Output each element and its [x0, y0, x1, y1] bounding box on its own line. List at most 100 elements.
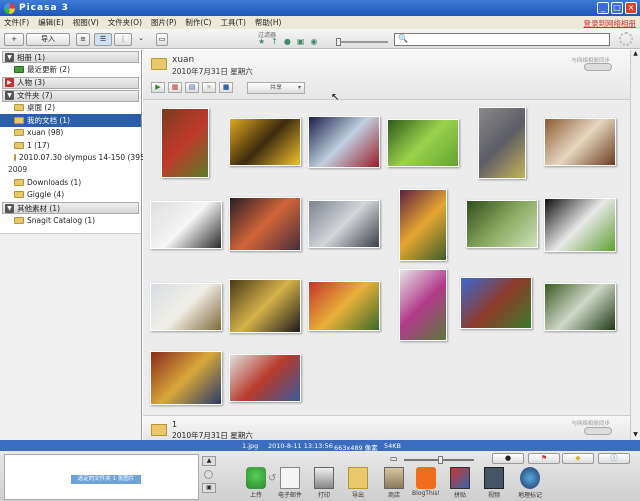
thumb-colored-tiles[interactable]	[308, 116, 380, 168]
play-slideshow-icon[interactable]: ▶	[151, 82, 165, 93]
blogger-icon	[416, 467, 436, 489]
upload-button[interactable]: 上传	[240, 467, 272, 499]
tag-icon[interactable]: ◆	[562, 453, 594, 464]
filter-slider[interactable]	[336, 38, 388, 46]
thumb-tools-flatlay[interactable]	[229, 354, 301, 402]
section-other[interactable]: ▼ 其他素材 (1)	[2, 202, 139, 214]
blogthis-button[interactable]: BlogThis!	[410, 467, 442, 497]
sidebar-item-desktop[interactable]: 桌面 (2)	[0, 102, 141, 115]
close-button[interactable]: ×	[625, 2, 637, 14]
geotag-pin-icon[interactable]: ⚑	[528, 453, 560, 464]
tree-view-icon[interactable]: ≡	[76, 33, 90, 46]
add-icon[interactable]: +	[4, 33, 24, 46]
section-folders[interactable]: ▼ 文件夹 (7)	[2, 89, 139, 102]
print-button[interactable]: 打印	[308, 467, 340, 499]
minimize-button[interactable]: _	[597, 2, 609, 14]
zoom-slider[interactable]	[404, 456, 474, 464]
thumb-brick-house[interactable]	[460, 277, 532, 329]
expand-icon[interactable]: ▼	[5, 91, 14, 100]
search-input[interactable]	[409, 35, 607, 45]
tray-label-icon[interactable]: ▣	[202, 483, 216, 493]
people-filter-icon[interactable]: ●	[284, 37, 291, 46]
zoom-slider-knob[interactable]	[438, 456, 443, 464]
thumb-leaf-on-book[interactable]	[544, 198, 616, 252]
sidebar-item-recent[interactable]: 最近更新 (2)	[0, 63, 141, 76]
collage-icon[interactable]: ▦	[168, 82, 182, 93]
section-people[interactable]: ▶ 人物 (3)	[2, 76, 139, 89]
menu-help[interactable]: 帮助(H)	[255, 17, 282, 28]
sign-in-link[interactable]: 登录到网络相册	[584, 18, 637, 29]
thumb-sunset-sky[interactable]	[229, 197, 301, 251]
people-icon[interactable]: ●	[492, 453, 524, 464]
zoom-out-icon[interactable]: ▭	[390, 454, 398, 463]
save-icon[interactable]: ■	[219, 82, 233, 93]
tray-holding-area[interactable]: 选定的文件夹 1 张图片	[4, 454, 199, 500]
menu-file[interactable]: 文件(F)	[4, 17, 29, 28]
upload-filter-icon[interactable]: ↑	[271, 37, 278, 46]
thumb-bottle[interactable]	[150, 283, 222, 331]
scroll-up-icon[interactable]: ▲	[631, 50, 640, 59]
folder-icon	[14, 216, 24, 224]
maximize-button[interactable]: □	[611, 2, 623, 14]
scrollbar[interactable]: ▲ ▼	[630, 50, 640, 440]
flat-view-icon[interactable]: ☰	[94, 33, 112, 46]
expand-icon[interactable]: ▼	[5, 52, 14, 62]
movie-icon[interactable]: ▤	[185, 82, 199, 93]
sidebar-item-giggle[interactable]: Giggle (4)	[0, 189, 141, 202]
thumb-fruit-crates[interactable]	[308, 281, 380, 331]
filter-slider-knob[interactable]	[336, 38, 341, 46]
sidebar-item-olympus[interactable]: 2010.07.30 olympus 14-150 (395)	[0, 152, 148, 165]
thumb-kitchen-interior[interactable]	[544, 118, 616, 166]
shop-button[interactable]: 商店	[378, 467, 410, 499]
menu-folder[interactable]: 文件夹(O)	[108, 17, 142, 28]
sidebar-item-my-documents[interactable]: 我的文档 (1)	[0, 114, 141, 127]
collapse-icon[interactable]: ▶	[5, 78, 14, 87]
menu-view[interactable]: 视图(V)	[73, 17, 99, 28]
thumb-fruit-market[interactable]	[161, 108, 209, 178]
thumb-sunflowers[interactable]	[229, 118, 301, 166]
sidebar-item-1[interactable]: 1 (17)	[0, 139, 141, 152]
section-albums[interactable]: ▼ 相册 (1)	[2, 51, 139, 63]
sidebar-item-downloads[interactable]: Downloads (1)	[0, 176, 141, 189]
thumb-offices-sign[interactable]	[150, 201, 222, 249]
expand-icon[interactable]: ▼	[5, 203, 14, 213]
star-icon[interactable]: ★	[202, 82, 216, 93]
folder-title[interactable]: xuan	[172, 55, 194, 65]
geo-filter-icon[interactable]: ◉	[310, 37, 317, 46]
email-button[interactable]: 电子邮件	[274, 467, 306, 499]
menu-tools[interactable]: 工具(T)	[220, 17, 245, 28]
sidebar-item-xuan[interactable]: xuan (98)	[0, 127, 141, 140]
thumb-bookshelf[interactable]	[150, 351, 222, 405]
sidebar-item-snagit[interactable]: Snagit Catalog (1)	[0, 214, 141, 227]
sync-toggle[interactable]	[584, 427, 612, 435]
sync-toggle[interactable]	[584, 63, 612, 71]
menu-edit[interactable]: 编辑(E)	[38, 17, 64, 28]
thumb-shop-front[interactable]	[229, 279, 301, 333]
export-button[interactable]: 导出	[342, 467, 374, 499]
list-view-icon[interactable]: ⋮	[114, 33, 132, 46]
info-icon[interactable]: ⓘ	[598, 453, 630, 464]
scroll-down-icon[interactable]: ▼	[631, 431, 640, 440]
share-button[interactable]: 共享 ▾	[247, 82, 305, 94]
clear-icon[interactable]	[204, 470, 213, 479]
movie-filter-icon[interactable]: ▣	[297, 37, 305, 46]
collapse-icon[interactable]: ⌄	[136, 33, 146, 46]
thumb-buildings[interactable]	[308, 200, 380, 248]
menu-picture[interactable]: 图片(P)	[151, 17, 176, 28]
thumb-mushroom[interactable]	[544, 283, 616, 331]
hold-icon[interactable]: ▲	[202, 456, 216, 466]
menu-create[interactable]: 制作(C)	[185, 17, 211, 28]
thumb-green-leaf[interactable]	[387, 119, 459, 167]
thumb-flower-stand[interactable]	[399, 189, 447, 261]
geotag-button[interactable]: 地理标记	[514, 467, 546, 499]
next-folder-title[interactable]: 1	[172, 420, 177, 429]
search-box[interactable]: 🔍	[394, 33, 610, 46]
movie-button[interactable]: 视频	[478, 467, 510, 499]
thumb-pink-flowers[interactable]	[399, 269, 447, 341]
star-filter-icon[interactable]: ★	[258, 37, 265, 46]
import-button[interactable]: 导入	[26, 33, 70, 46]
movie-icon[interactable]: ▭	[156, 33, 168, 46]
collage-button[interactable]: 拼贴	[444, 467, 476, 499]
thumb-street-flowers[interactable]	[478, 107, 526, 179]
thumb-trees[interactable]	[466, 200, 538, 248]
